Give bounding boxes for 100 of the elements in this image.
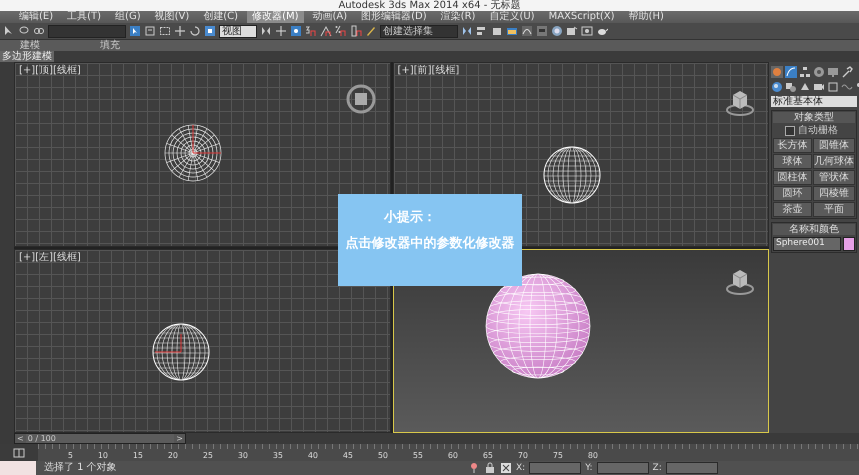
move-icon[interactable] [174,25,186,37]
maxscript-field[interactable] [0,461,36,475]
move-cross-icon[interactable] [275,25,287,37]
menu-item[interactable]: 渲染(R) [436,11,480,23]
object-name-field[interactable]: Sphere001 [773,237,841,251]
menu-item[interactable]: 帮助(H) [624,11,669,23]
coordinate-label: Z: [652,463,662,473]
cursor-arrow-icon[interactable] [3,25,15,37]
hammer-icon[interactable] [841,66,853,78]
select-object-icon[interactable] [129,25,141,37]
mirror-icon[interactable] [260,25,272,37]
wireframe-sphere-drawing [542,145,602,205]
object-type-button[interactable]: 平面 [813,202,855,217]
viewport-label[interactable]: [+][左][线框] [19,252,81,262]
select-by-name-icon[interactable] [144,25,156,37]
display-icon[interactable] [827,66,839,78]
ribbon-tab[interactable]: 建模 [20,40,40,51]
menu-item[interactable]: MAXScript(X) [544,11,620,23]
pencil-icon[interactable] [365,25,377,37]
object-type-button[interactable]: 圆柱体 [773,170,812,185]
object-type-button[interactable]: 圆锥体 [813,138,855,153]
frame-tick-label: 45 [342,451,353,461]
menu-item[interactable]: 自定义(U) [484,11,540,23]
ribbon-tab[interactable]: 填充 [100,40,120,51]
reference-coordinate-dropdown[interactable]: 视图 [219,24,257,38]
object-type-button[interactable]: 长方体 [773,138,812,153]
frame-tick-label: 40 [306,451,318,461]
shapes-icon[interactable] [785,81,797,93]
object-type-button[interactable]: 几何球体 [813,154,855,169]
rollout-title[interactable]: 名称和颜色 [773,224,855,235]
rollout-title[interactable]: 对象类型 [773,112,855,123]
frame-tick-label: 65 [482,451,493,461]
absolute-mode-icon[interactable] [500,462,512,474]
coordinate-field[interactable] [666,462,718,474]
object-type-button[interactable]: 四棱锥 [813,186,855,201]
scale-icon[interactable] [204,25,216,37]
motion-icon[interactable] [813,66,825,78]
mirror-tool-icon[interactable] [461,25,473,37]
render-setup-icon[interactable] [566,25,578,37]
coordinate-field[interactable] [596,462,649,474]
frame-tick-label: 35 [272,451,283,461]
wireframe-sphere-drawing [163,123,223,183]
object-type-button[interactable]: 圆环 [773,186,812,201]
object-type-button[interactable]: 茶壶 [773,202,812,217]
viewport-panel[interactable]: [+][左][线框] [14,248,390,433]
selection-set-dropdown[interactable]: 创建选择集 [380,24,458,38]
schematic-icon[interactable] [536,25,548,37]
helper-icon[interactable] [827,81,839,93]
viewport-label[interactable]: [+][顶][线框] [19,65,81,76]
material-editor-icon[interactable] [551,25,563,37]
frame-tick-label: 10 [96,451,108,461]
camera-icon[interactable] [813,81,825,93]
coordinate-label: X: [516,463,526,473]
light-icon[interactable] [799,81,811,93]
curve-editor-icon[interactable] [521,25,533,37]
curve-icon[interactable] [785,66,797,78]
rectangle-selection-icon[interactable] [159,25,171,37]
time-slider-thumb[interactable]: 0 / 100 [26,434,58,443]
menu-item[interactable]: 编辑(E) [14,11,58,23]
lock-icon[interactable] [484,462,496,474]
snap-icon[interactable] [305,25,317,37]
menu-item[interactable]: 工具(T) [62,11,106,23]
geometry-icon[interactable] [771,81,783,93]
align-icon[interactable] [476,25,488,37]
pivot-icon[interactable] [290,25,302,37]
time-slider[interactable]: 0 / 100 [26,434,174,443]
menu-item[interactable]: 组(G) [110,11,146,23]
layers-icon[interactable] [491,25,503,37]
menu-item[interactable]: 视图(V) [150,11,194,23]
frame-tick-label: 30 [236,451,248,461]
menu-item[interactable]: 修改器(M) [247,11,304,23]
chain-link-icon[interactable] [33,25,45,37]
coordinate-field[interactable] [529,462,582,474]
next-frame-button[interactable]: > [174,434,185,443]
autogrid-checkbox[interactable] [785,126,795,136]
viewcube-icon[interactable] [345,83,377,115]
menu-item[interactable]: 动画(A) [308,11,352,23]
percent-snap-icon[interactable] [335,25,347,37]
timeline-toggle-icon[interactable] [13,446,25,458]
menu-item[interactable]: 图形编辑器(D) [356,11,432,23]
object-type-button[interactable]: 球体 [773,154,812,169]
viewport-label[interactable]: [+][前][线框] [398,65,460,76]
frame-tick-label: 20 [166,451,178,461]
frame-tick-label: 15 [132,451,143,461]
rotate-icon[interactable] [189,25,201,37]
color-swatch[interactable] [843,237,855,251]
hierarchy-icon[interactable] [799,66,811,78]
render-frame-icon[interactable] [581,25,593,37]
spinner-snap-icon[interactable] [350,25,362,37]
category-dropdown[interactable]: 标准基本体 [771,96,857,107]
folder-icon[interactable] [506,25,518,37]
frame-tick-label: 60 [446,451,458,461]
object-type-button[interactable]: 管状体 [813,170,855,185]
ribbon-panel-label[interactable]: 多边形建模 [0,51,54,62]
pin-icon[interactable] [468,462,480,474]
viewport-panel[interactable] [392,248,769,433]
angle-snap-icon[interactable] [320,25,332,37]
previous-frame-button[interactable]: < [15,434,26,443]
menu-item[interactable]: 创建(C) [198,11,244,23]
checkbox-label: 自动栅格 [798,125,838,136]
